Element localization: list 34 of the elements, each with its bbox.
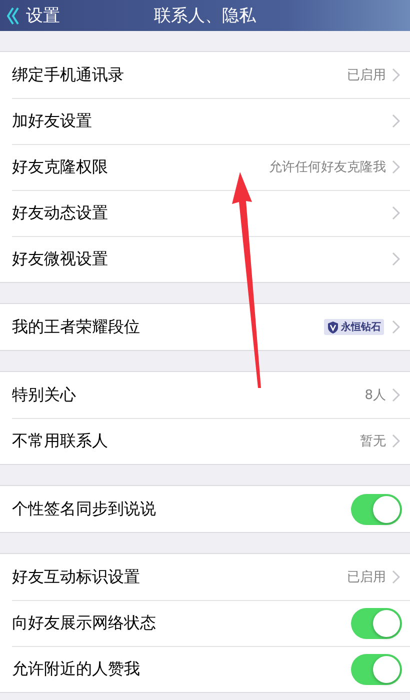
chevron-icon (392, 68, 400, 82)
back-button[interactable]: 设置 (0, 4, 60, 27)
toggle-switch[interactable] (351, 608, 402, 638)
chevron-icon (392, 320, 400, 334)
back-icon (6, 6, 20, 24)
settings-row[interactable]: 不常用联系人 暂无 (0, 418, 410, 464)
chevron-icon (392, 206, 400, 220)
settings-row[interactable]: 好友克隆权限 允许任何好友克隆我 (0, 144, 410, 190)
settings-row[interactable]: 特别关心 8人 (0, 372, 410, 418)
settings-row[interactable]: 绑定手机通讯录 已启用 (0, 52, 410, 98)
setting-value: 已启用 (347, 67, 386, 84)
settings-row[interactable]: 好友动态设置 (0, 190, 410, 236)
toggle-switch[interactable] (351, 494, 402, 524)
toggle-switch[interactable] (351, 654, 402, 684)
chevron-icon (392, 252, 400, 266)
shield-icon (327, 320, 339, 334)
setting-value: 8人 (364, 387, 386, 404)
settings-row[interactable]: 向好友展示网络状态 (0, 600, 410, 646)
setting-value: 允许任何好友克隆我 (269, 159, 386, 176)
chevron-icon (392, 434, 400, 448)
settings-row[interactable]: 加好友设置 (0, 98, 410, 144)
setting-value: 已启用 (347, 569, 386, 586)
settings-row[interactable]: 个性签名同步到说说 (0, 486, 410, 532)
chevron-icon (392, 160, 400, 174)
settings-row[interactable]: 好友互动标识设置 已启用 (0, 554, 410, 600)
page-title: 联系人、隐私 (154, 5, 256, 27)
setting-value: 暂无 (360, 433, 386, 450)
rank-badge: 永恒钻石 (324, 319, 384, 335)
settings-row[interactable]: 允许附近的人赞我 (0, 646, 410, 692)
settings-row[interactable]: 好友微视设置 (0, 236, 410, 282)
settings-row[interactable]: 我的王者荣耀段位 永恒钻石 (0, 304, 410, 350)
chevron-icon (392, 114, 400, 128)
chevron-icon (392, 570, 400, 584)
chevron-icon (392, 388, 400, 402)
